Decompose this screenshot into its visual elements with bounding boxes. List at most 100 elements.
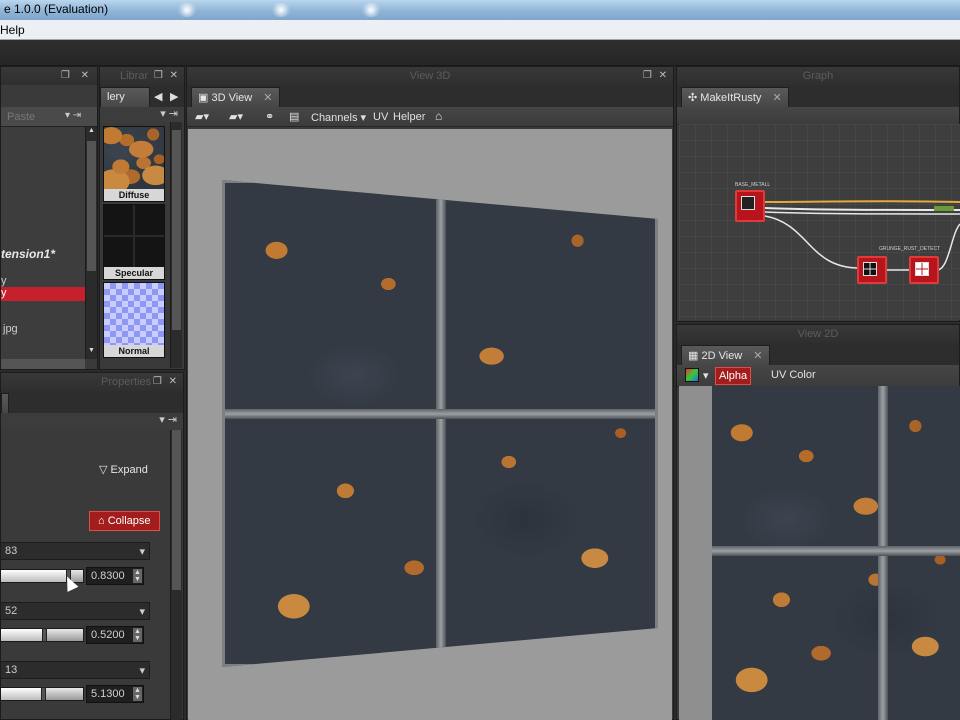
scroll-up-icon[interactable]: ▲ [88,127,95,134]
tree-item-package[interactable]: tension1* [1,247,55,261]
channels-menu[interactable]: Channels ▾ [311,111,366,124]
home-icon[interactable]: ⌂ [435,109,442,123]
node-grunge[interactable] [857,256,887,284]
titlebar-glow [362,3,380,17]
gallery-panel-header: Librar ❐ ✕ [100,67,184,85]
explorer-scrollbar[interactable]: ▲ ▼ [85,127,97,359]
node-blend[interactable] [909,256,939,284]
panel-float-close-icon[interactable]: ❐ ✕ [61,70,93,81]
thumb-normal[interactable]: Normal [103,282,165,358]
tab-3d-view[interactable]: ▣ 3D View ✕ [191,87,280,107]
lock-icon[interactable]: ▤ [289,110,299,123]
tree-item[interactable]: y [1,275,7,287]
slider-fill [1,570,69,582]
param-label: 13 [5,664,18,676]
properties-scrollbar[interactable] [170,430,182,720]
param-dropdown[interactable]: 13 ▾ [0,661,150,679]
spin-arrows-icon[interactable]: ▲ ▼ [133,628,142,642]
tree-item-jpg[interactable]: jpg [3,323,18,335]
scroll-thumb[interactable] [87,141,96,271]
param-value-field[interactable]: 0.5200 ▲ ▼ [86,626,144,644]
panel-float-close-icon[interactable]: ❐ ✕ [154,70,180,81]
tab-gallery-label: lery [107,91,125,103]
close-icon[interactable]: ✕ [753,350,762,362]
view2d-tabs: ▦ 2D View ✕ [677,343,959,365]
view2d-toolbar: ▾ Alpha UV Color [677,365,959,387]
node-label: GRUNGE_RUST_DETECT [879,246,941,252]
tab-2d-view[interactable]: ▦ 2D View ✕ [681,345,770,365]
panel-float-close-icon[interactable]: ❐ ✕ [153,376,179,387]
panel-float-close-icon[interactable]: ❐ ✕ [643,70,669,81]
explorer-panel-header: ❐ ✕ [1,67,97,85]
graph-panel-header: Graph [677,67,959,85]
explorer-menu-icon[interactable]: ▾ ⇥ [65,110,81,121]
param-value: 0.5200 [91,629,125,641]
thumb-label: Specular [104,267,164,279]
plate-seam [712,546,960,556]
title-bar: e 1.0.0 (Evaluation) [0,0,960,20]
uv-menu[interactable]: UV [373,111,388,123]
node-label: BASE_METALL [735,182,771,188]
menu-items: Help [0,23,37,37]
menu-item-help[interactable]: Help [0,23,25,37]
param-slider[interactable] [0,628,84,642]
scene-menu-icon[interactable]: ▰▾ [195,110,209,123]
spin-arrows-icon[interactable]: ▲ ▼ [133,569,142,583]
uv-color-toggle[interactable]: UV Color [771,369,816,381]
properties-toolbar[interactable]: ▾ ⇥ [1,413,183,429]
collapse-button[interactable]: ⌂ Collapse [89,511,160,531]
graph-canvas[interactable]: BASE_METALL GRUNGE_RUST_DETECT [679,124,960,320]
node-base[interactable] [735,190,765,222]
thumb-specular-image [104,205,164,267]
close-icon[interactable]: ✕ [263,92,272,104]
cube-icon: ▣ [198,92,209,104]
view2d-panel-header: View 2D [677,325,959,343]
tab-next-icon[interactable]: ▶ [170,90,178,103]
chevron-down-icon[interactable]: ▾ [703,369,709,382]
image-icon: ▦ [688,350,699,362]
gallery-toolbar[interactable]: ▾ ⇥ [100,107,184,123]
alpha-toggle[interactable]: Alpha [715,367,752,385]
color-channel-icon[interactable] [685,368,699,382]
tab-gallery[interactable]: lery [100,87,150,107]
scroll-down-icon[interactable]: ▼ [88,347,95,354]
param-slider[interactable] [0,687,84,701]
scroll-thumb[interactable] [172,430,181,590]
window-title: e 1.0.0 (Evaluation) [4,2,109,16]
tree-item-selected[interactable]: y [1,287,85,301]
param-dropdown[interactable]: 52 ▾ [0,602,150,620]
view3d-toolbar: ▰▾ ▰▾ ⚭ ▤ Channels ▾ UV Helper ⌂ [187,107,673,127]
link-icon[interactable]: ⚭ [265,110,274,123]
app-window: e 1.0.0 (Evaluation) Help ❐ ✕ Paste ▾ ⇥ … [0,0,960,720]
thumb-diffuse-image [104,127,164,189]
param-label: 52 [5,605,18,617]
expand-button[interactable]: ▽ Expand [99,463,148,476]
slider-handle[interactable] [41,687,46,701]
spin-arrows-icon[interactable]: ▲ ▼ [133,687,142,701]
graph-tabs: ✣ MakeItRusty ✕ [677,85,959,107]
tab-properties[interactable] [1,393,9,413]
param-value-field[interactable]: 0.8300 ▲ ▼ [86,567,144,585]
explorer-hscrollbar[interactable] [1,359,85,369]
camera-menu-icon[interactable]: ▰▾ [229,110,243,123]
gallery-tabs: lery ◀ ▶ [100,85,184,107]
explorer-paste[interactable]: Paste [7,111,35,123]
tab-makeitrusty[interactable]: ✣ MakeItRusty ✕ [681,87,789,107]
graph-icon: ✣ [688,92,698,104]
gallery-panel-label: Librar [120,70,149,82]
thumb-normal-image [104,283,164,345]
slider-handle[interactable] [42,628,47,642]
rusty-plate-mesh [222,180,658,667]
param-dropdown[interactable]: 83 ▾ [0,542,150,560]
thumb-diffuse[interactable]: Diffuse [103,126,165,202]
param-value-field[interactable]: 5.1300 ▲ ▼ [86,685,144,703]
main-toolbar [0,40,960,66]
view3d-tabs: ▣ 3D View ✕ [187,85,673,107]
helper-menu[interactable]: Helper [393,111,425,123]
gallery-scrollbar[interactable] [170,122,182,368]
tab-prev-icon[interactable]: ◀ [154,90,162,103]
scroll-thumb[interactable] [172,130,181,330]
thumb-specular[interactable]: Specular [103,204,165,280]
close-icon[interactable]: ✕ [772,92,781,104]
thumb-label: Diffuse [104,189,164,201]
